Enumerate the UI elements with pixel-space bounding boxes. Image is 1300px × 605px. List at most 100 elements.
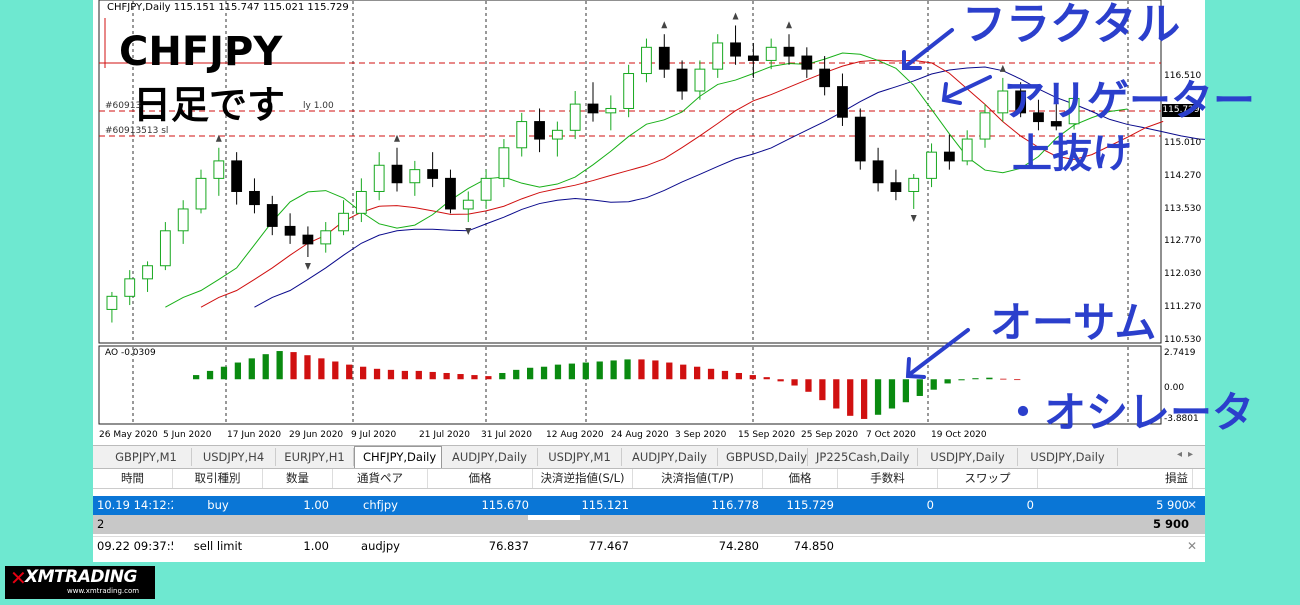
selected-row-cell: 115.729 [786, 498, 834, 512]
candle-body [106, 295, 118, 310]
ao-bar [694, 366, 701, 380]
ao-bar [360, 366, 367, 380]
ao-bar [930, 379, 937, 390]
ao-bar [457, 374, 464, 380]
selected-row-cell: 0 [1026, 498, 1034, 512]
tab-audjpy-daily[interactable]: AUDJPY,Daily [622, 448, 718, 466]
date-axis-label: 31 Jul 2020 [481, 430, 532, 440]
table-header-row: 時間 取引種別 数量 通貨ペア 価格 決済逆指値(S/L) 決済指値(T/P) 価格 手数料 スワ… [93, 469, 1205, 489]
tab-usdjpy-h4[interactable]: USDJPY,H4 [192, 448, 276, 466]
ao-bar [1000, 378, 1007, 380]
ao-bar [276, 351, 283, 380]
ao-bar [485, 376, 492, 380]
ao-bar [819, 379, 826, 401]
ao-bar [540, 366, 548, 380]
candle-body [498, 147, 510, 179]
tab-jp225cash-daily[interactable]: JP225Cash,Daily [808, 448, 918, 466]
pending-row-cell [1038, 537, 1193, 556]
date-axis-label: 9 Jul 2020 [351, 430, 396, 440]
ao-bar [847, 379, 854, 416]
pending-row-cell: 77.467 [588, 539, 629, 553]
date-axis-label: 17 Jun 2020 [227, 430, 281, 440]
date-axis-label: 15 Sep 2020 [738, 430, 795, 440]
xmtrading-logo: ✕ XMTRADING www.xmtrading.com [5, 566, 155, 599]
ao-bar [596, 361, 603, 380]
header-cell: 通貨ペア [333, 469, 428, 488]
close-order-icon[interactable]: ✕ [1187, 537, 1197, 556]
tab-chfjpy-daily[interactable]: CHFJPY,Daily [354, 446, 442, 468]
header-cell: 決済逆指値(S/L) [533, 469, 633, 488]
price-axis-label: 112.770 [1164, 236, 1201, 246]
candle-body [765, 46, 777, 61]
selected-row-cell: 1.00 [303, 498, 329, 512]
date-axis-label: 19 Oct 2020 [931, 430, 987, 440]
ao-bar [318, 358, 325, 380]
candle-body [142, 265, 153, 280]
ao-bar [262, 354, 269, 380]
close-order-icon[interactable]: ✕ [1187, 496, 1197, 515]
ao-bar [763, 377, 770, 380]
tab-usdjpy-daily[interactable]: USDJPY,Daily [1018, 448, 1118, 466]
candle-body [480, 177, 492, 201]
table-row-pending[interactable]: 09.22 09:37:55 sell limit 1.00 audjpy 76.837… [93, 536, 1205, 556]
pending-row-cell: 74.850 [793, 539, 834, 553]
ao-bar [387, 369, 395, 380]
tab-usdjpy-m1[interactable]: USDJPY,M1 [538, 448, 622, 466]
candle-body [694, 68, 706, 92]
chart-title-timeframe: 日足です [133, 83, 286, 127]
ao-bar [206, 370, 214, 380]
tab-eurjpy-h1[interactable]: EURJPY,H1 [276, 448, 354, 466]
pending-row-cell: 09.22 09:37:55 [97, 539, 173, 553]
candle-body [605, 107, 617, 114]
ao-indicator-label: AO -0.0309 [105, 348, 156, 358]
candle-body [159, 230, 171, 267]
date-axis-label: 7 Oct 2020 [866, 430, 916, 440]
candle-body [783, 46, 795, 57]
ao-bar [304, 355, 311, 380]
candle-body [926, 151, 937, 179]
candle-body [409, 169, 421, 184]
chart-title-symbol: CHFJPY [119, 29, 283, 75]
candle-body [658, 46, 670, 70]
price-chart[interactable]: 116.510 115.010 114.270 113.530 112.770 112.0… [93, 0, 1205, 445]
tab-gbpjpy-m1[interactable]: GBPJPY,M1 [101, 448, 192, 466]
table-row-selected[interactable]: 10.19 14:12:27 buy 1.00 chfjpy 115.670 115.12… [93, 496, 1205, 515]
candle-body [872, 160, 884, 184]
annotation-awesome-2: ・オシレータ [1002, 388, 1255, 437]
ao-bar [666, 362, 673, 380]
candle-body [979, 112, 991, 140]
candle-body [747, 55, 759, 61]
tab-audjpy-daily[interactable]: AUDJPY,Daily [442, 448, 538, 466]
chart-tabs: GBPJPY,M1 USDJPY,H4 EURJPY,H1 CHFJPY,Daily A… [93, 445, 1205, 469]
candle-body [534, 121, 545, 140]
annotation-alligator-1: アリゲーター [1003, 76, 1256, 125]
annotation-alligator-2: 上抜け [1012, 131, 1132, 177]
candle-body [676, 68, 688, 92]
candle-body [391, 164, 403, 184]
ao-bar [248, 358, 255, 380]
candle-body [266, 204, 278, 227]
candle-body [623, 73, 635, 109]
ao-bar [735, 372, 743, 380]
candle-body [373, 164, 385, 192]
ao-bar [902, 379, 910, 403]
ao-bar [610, 360, 617, 380]
price-axis-label: 110.530 [1164, 335, 1201, 345]
tab-usdjpy-daily[interactable]: USDJPY,Daily [918, 448, 1018, 466]
ao-bar [234, 362, 242, 380]
order-label-2: #60913513 sl [105, 126, 169, 136]
candle-body [231, 160, 243, 192]
ao-bar [401, 370, 409, 380]
ao-bar [888, 379, 896, 409]
ao-bar [680, 364, 687, 380]
selected-row-cell: 5 900 [1156, 498, 1189, 512]
candle-body [338, 212, 349, 232]
tab-scroll-arrows[interactable]: ◂▸ [1177, 449, 1199, 460]
tab-gbpusd-daily[interactable]: GBPUSD,Daily [718, 448, 808, 466]
price-axis-label: 111.270 [1164, 302, 1201, 312]
header-cell: 価格 [428, 469, 533, 488]
ao-bar [373, 368, 381, 380]
order-label-1: #60913 [105, 101, 142, 111]
selected-row-cell: 115.670 [481, 498, 529, 512]
date-axis-label: 3 Sep 2020 [675, 430, 727, 440]
